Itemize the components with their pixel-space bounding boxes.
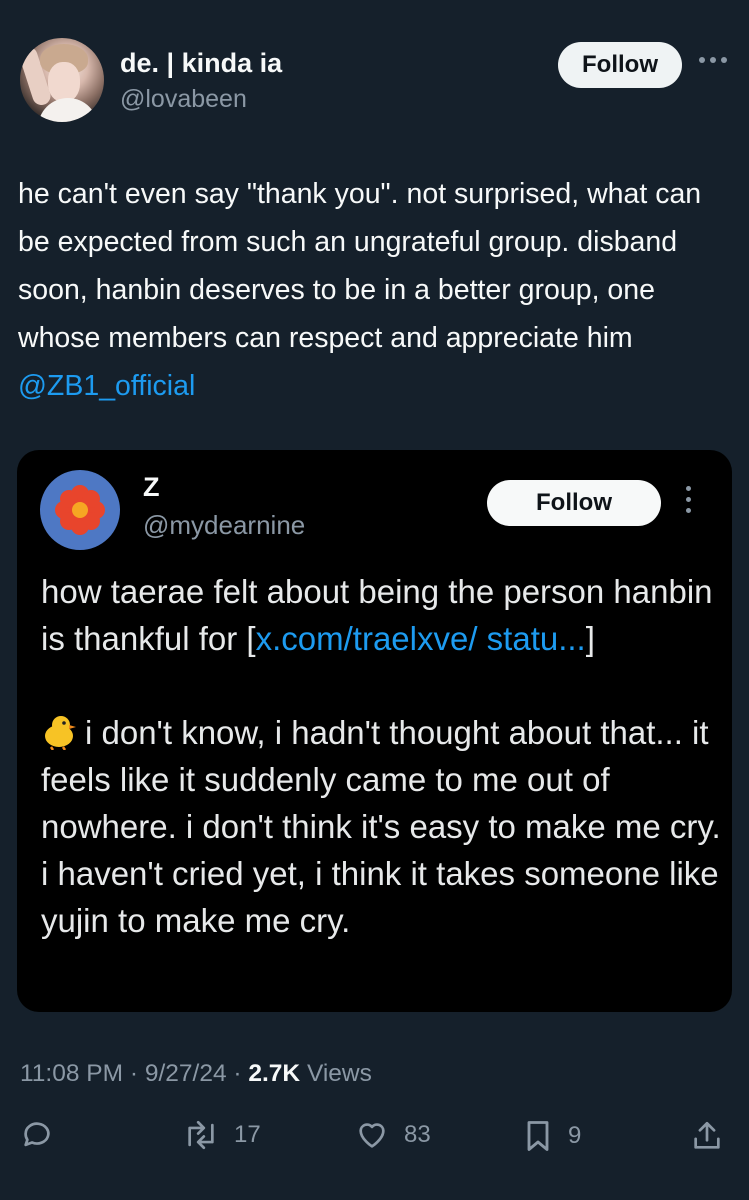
reply-icon xyxy=(24,1122,50,1147)
retweet-button[interactable]: 17 xyxy=(182,1118,261,1152)
red-flower-icon xyxy=(55,485,105,535)
like-count: 83 xyxy=(404,1121,431,1148)
bookmark-count: 9 xyxy=(568,1122,582,1149)
baby-chick-icon xyxy=(45,716,76,750)
quote-link[interactable]: x.com/traelxve/ statu... xyxy=(256,620,586,657)
bookmark-icon xyxy=(527,1121,549,1151)
retweet-icon xyxy=(188,1120,214,1150)
more-options-icon[interactable] xyxy=(696,50,730,70)
tweet-date[interactable]: 9/27/24 xyxy=(145,1060,227,1087)
quote-follow-button[interactable]: Follow xyxy=(487,480,661,526)
bookmark-button[interactable]: 9 xyxy=(522,1118,581,1154)
retweet-count: 17 xyxy=(234,1121,261,1148)
like-button[interactable]: 83 xyxy=(354,1118,431,1152)
quote-first-paragraph: how taerae felt about being the person h… xyxy=(41,573,713,657)
author-avatar[interactable] xyxy=(20,38,104,122)
tweet-header: de. | kinda ia @lovabeen Follow xyxy=(20,38,730,128)
quote-author-handle[interactable]: @mydearnine xyxy=(143,510,305,541)
share-button[interactable] xyxy=(690,1118,724,1154)
author-handle[interactable]: @lovabeen xyxy=(120,85,247,114)
tweet-meta: 11:08 PM · 9/27/24 · 2.7K Views xyxy=(20,1060,372,1087)
quote-second-paragraph: i don't know, i hadn't thought about tha… xyxy=(41,714,721,939)
views-count[interactable]: 2.7K xyxy=(248,1060,300,1087)
quoted-tweet-card[interactable]: Z @mydearnine Follow how taerae felt abo… xyxy=(17,450,732,1012)
tweet-body: he can't even say "thank you". not surpr… xyxy=(18,178,702,354)
follow-button[interactable]: Follow xyxy=(558,42,682,88)
quote-author-name[interactable]: Z xyxy=(143,472,160,503)
quote-author-avatar[interactable] xyxy=(40,470,120,550)
tweet-text: he can't even say "thank you". not surpr… xyxy=(18,170,728,410)
author-display-name[interactable]: de. | kinda ia xyxy=(120,48,282,79)
views-label: Views xyxy=(300,1060,372,1087)
action-bar: 17 83 9 xyxy=(20,1118,730,1164)
quote-text: how taerae felt about being the person h… xyxy=(41,568,721,944)
share-icon xyxy=(694,1121,720,1149)
quote-more-icon[interactable] xyxy=(681,486,695,522)
heart-icon xyxy=(359,1123,385,1148)
reply-button[interactable] xyxy=(20,1118,54,1152)
tweet-time[interactable]: 11:08 PM xyxy=(20,1060,123,1087)
mention-link[interactable]: @ZB1_official xyxy=(18,370,195,402)
